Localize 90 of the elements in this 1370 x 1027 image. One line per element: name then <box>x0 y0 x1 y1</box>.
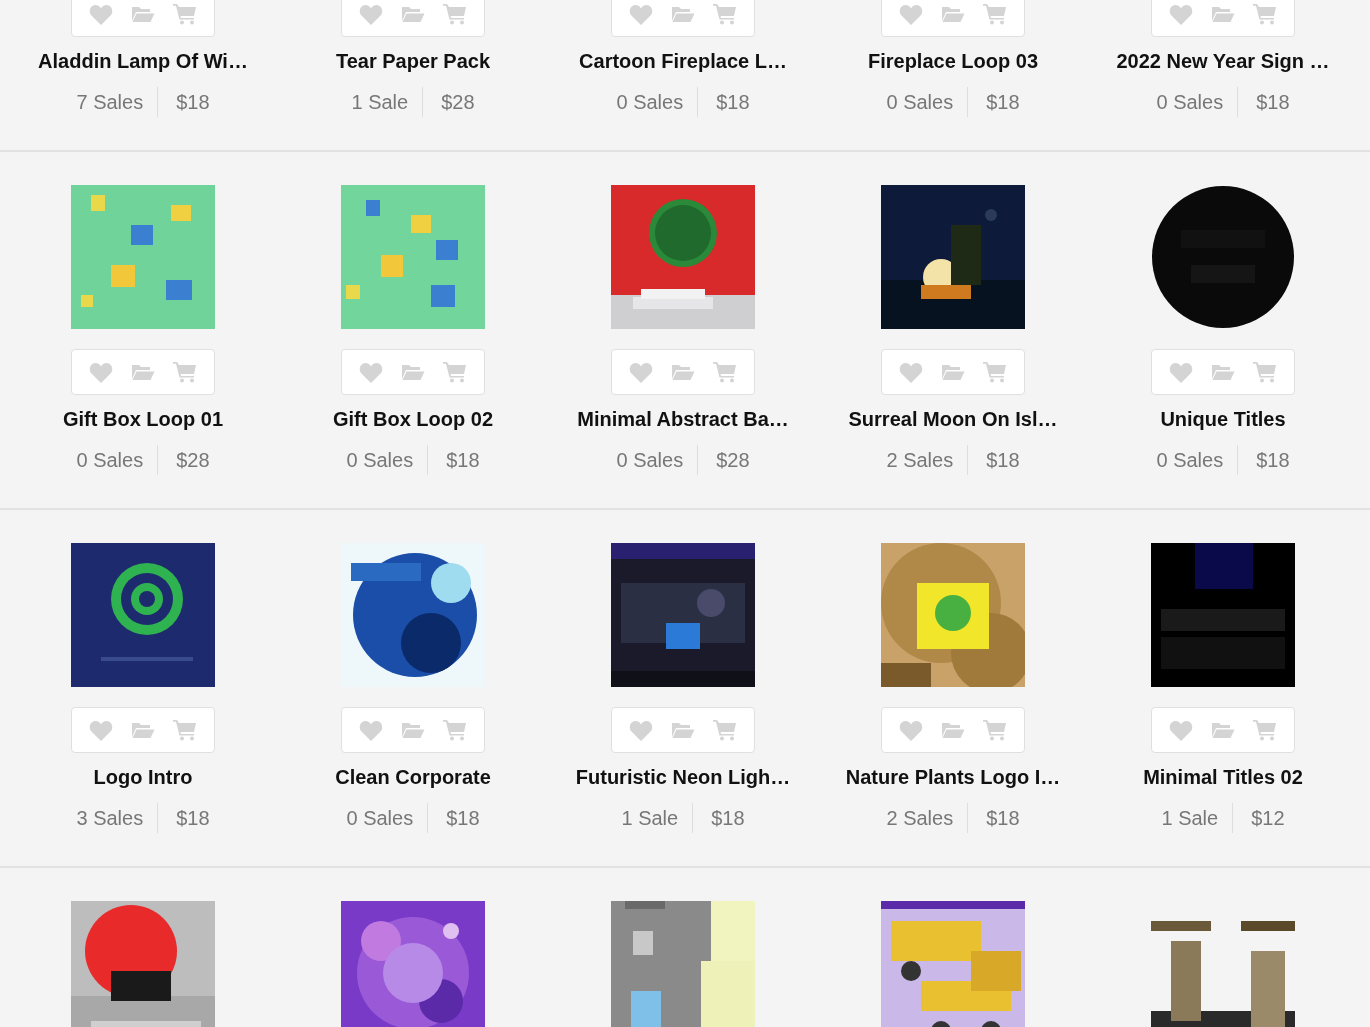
cart-icon[interactable] <box>713 3 737 25</box>
product-title[interactable]: Nature Plants Logo I… <box>845 765 1061 789</box>
price: $28 <box>157 445 210 475</box>
product-title[interactable]: 2022 New Year Sign … <box>1116 49 1330 73</box>
folder-icon[interactable] <box>671 5 695 23</box>
folder-icon[interactable] <box>401 721 425 739</box>
sales-count: 2 Sales <box>886 806 955 830</box>
heart-icon[interactable] <box>629 719 653 741</box>
cart-icon[interactable] <box>173 719 197 741</box>
cart-icon[interactable] <box>173 361 197 383</box>
folder-icon[interactable] <box>401 363 425 381</box>
cart-icon[interactable] <box>443 3 467 25</box>
cart-icon[interactable] <box>983 3 1007 25</box>
price: $18 <box>692 803 745 833</box>
price: $18 <box>427 445 480 475</box>
cart-icon[interactable] <box>173 3 197 25</box>
price: $18 <box>697 87 750 117</box>
sales-count: 3 Sales <box>76 806 145 830</box>
folder-icon[interactable] <box>671 721 695 739</box>
folder-icon[interactable] <box>131 721 155 739</box>
product-title[interactable]: Minimal Abstract Ba… <box>577 407 789 431</box>
cart-icon[interactable] <box>983 361 1007 383</box>
price: $18 <box>157 87 210 117</box>
cart-icon[interactable] <box>983 719 1007 741</box>
folder-icon[interactable] <box>401 5 425 23</box>
folder-icon[interactable] <box>671 363 695 381</box>
product-title[interactable]: Aladdin Lamp Of Wi… <box>38 49 248 73</box>
product-title[interactable]: Clean Corporate <box>335 765 491 789</box>
cart-icon[interactable] <box>443 719 467 741</box>
sales-count: 1 Sale <box>621 806 680 830</box>
product-title[interactable]: Tear Paper Pack <box>335 49 491 73</box>
product-title[interactable]: Minimal Titles 02 <box>1143 765 1303 789</box>
heart-icon[interactable] <box>899 719 923 741</box>
sales-count: 1 Sale <box>351 90 410 114</box>
price: $28 <box>422 87 475 117</box>
sales-count: 0 Sales <box>346 448 415 472</box>
folder-icon[interactable] <box>131 363 155 381</box>
heart-icon[interactable] <box>359 719 383 741</box>
price: $18 <box>1237 445 1290 475</box>
price: $18 <box>427 803 480 833</box>
heart-icon[interactable] <box>1169 719 1193 741</box>
product-title[interactable]: Futuristic Neon Ligh… <box>575 765 791 789</box>
sales-count: 0 Sales <box>616 90 685 114</box>
sales-count: 0 Sales <box>346 806 415 830</box>
heart-icon[interactable] <box>89 3 113 25</box>
folder-icon[interactable] <box>941 721 965 739</box>
heart-icon[interactable] <box>629 361 653 383</box>
folder-icon[interactable] <box>131 5 155 23</box>
heart-icon[interactable] <box>899 3 923 25</box>
folder-icon[interactable] <box>1211 5 1235 23</box>
cart-icon[interactable] <box>1253 361 1277 383</box>
price: $18 <box>1237 87 1290 117</box>
sales-count: 7 Sales <box>76 90 145 114</box>
price: $28 <box>697 445 750 475</box>
folder-icon[interactable] <box>1211 363 1235 381</box>
heart-icon[interactable] <box>1169 361 1193 383</box>
sales-count: 0 Sales <box>76 448 145 472</box>
product-title[interactable]: Surreal Moon On Isl… <box>848 407 1058 431</box>
price: $18 <box>967 87 1020 117</box>
folder-icon[interactable] <box>941 363 965 381</box>
product-title[interactable]: Gift Box Loop 01 <box>63 407 223 431</box>
heart-icon[interactable] <box>359 3 383 25</box>
cart-icon[interactable] <box>713 719 737 741</box>
cart-icon[interactable] <box>713 361 737 383</box>
heart-icon[interactable] <box>899 361 923 383</box>
folder-icon[interactable] <box>941 5 965 23</box>
cart-icon[interactable] <box>1253 3 1277 25</box>
sales-count: 0 Sales <box>1156 448 1225 472</box>
sales-count: 0 Sales <box>616 448 685 472</box>
heart-icon[interactable] <box>89 719 113 741</box>
product-title[interactable]: Unique Titles <box>1160 407 1286 431</box>
heart-icon[interactable] <box>359 361 383 383</box>
price: $18 <box>967 445 1020 475</box>
heart-icon[interactable] <box>629 3 653 25</box>
sales-count: 0 Sales <box>1156 90 1225 114</box>
price: $18 <box>157 803 210 833</box>
price: $18 <box>967 803 1020 833</box>
product-title[interactable]: Gift Box Loop 02 <box>333 407 493 431</box>
heart-icon[interactable] <box>89 361 113 383</box>
sales-count: 1 Sale <box>1161 806 1220 830</box>
heart-icon[interactable] <box>1169 3 1193 25</box>
product-title[interactable]: Cartoon Fireplace L… <box>579 49 787 73</box>
price: $12 <box>1232 803 1285 833</box>
folder-icon[interactable] <box>1211 721 1235 739</box>
cart-icon[interactable] <box>1253 719 1277 741</box>
sales-count: 0 Sales <box>886 90 955 114</box>
product-title[interactable]: Fireplace Loop 03 <box>867 49 1039 73</box>
sales-count: 2 Sales <box>886 448 955 472</box>
cart-icon[interactable] <box>443 361 467 383</box>
product-title[interactable]: Logo Intro <box>93 765 193 789</box>
